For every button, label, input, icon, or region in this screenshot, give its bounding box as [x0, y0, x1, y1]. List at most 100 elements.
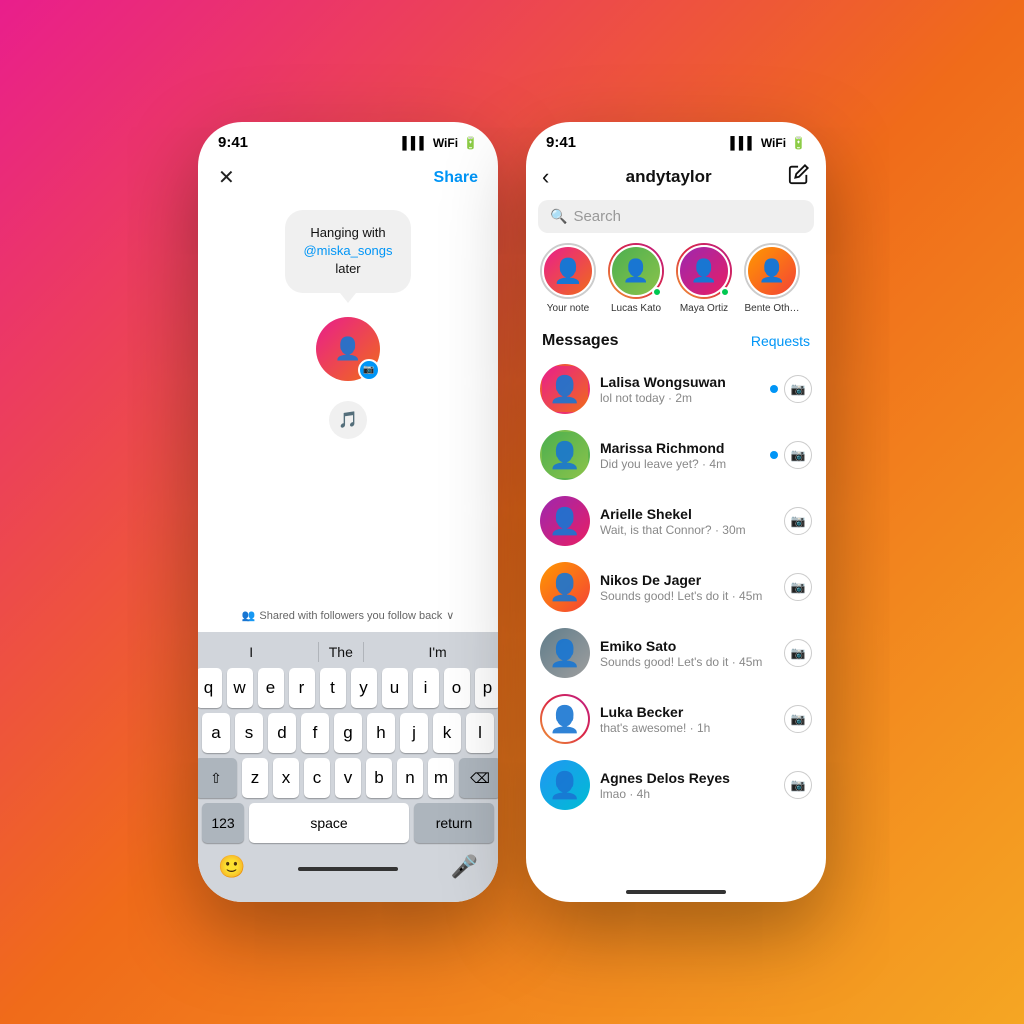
story-maya-ortiz[interactable]: 👤 Is this thing on? Maya Ortiz	[674, 243, 734, 314]
key-a[interactable]: a	[202, 713, 230, 753]
camera-icon-0[interactable]: 📷	[784, 375, 812, 403]
key-o[interactable]: o	[444, 668, 470, 708]
msg-actions-5: 📷	[784, 705, 812, 733]
camera-icon-6[interactable]: 📷	[784, 771, 812, 799]
key-y[interactable]: y	[351, 668, 377, 708]
key-l[interactable]: l	[466, 713, 494, 753]
unread-dot-1	[770, 451, 778, 459]
message-item-0[interactable]: 👤 Lalisa Wongsuwan lol not today · 2m 📷	[526, 356, 826, 422]
key-i[interactable]: i	[413, 668, 439, 708]
key-f[interactable]: f	[301, 713, 329, 753]
requests-button[interactable]: Requests	[751, 333, 810, 349]
msg-name-0: Lalisa Wongsuwan	[600, 374, 760, 390]
emoji-icon[interactable]: 🙂	[218, 854, 245, 880]
msg-name-4: Emiko Sato	[600, 638, 774, 654]
compose-button[interactable]	[788, 163, 810, 190]
key-s[interactable]: s	[235, 713, 263, 753]
msg-avatar-0: 👤	[540, 364, 590, 414]
mic-icon[interactable]: 🎤	[451, 854, 478, 880]
autocomplete-row: I The I'm	[202, 638, 494, 668]
unread-dot-0	[770, 385, 778, 393]
nav-bar-right: ‹ andytaylor	[526, 157, 826, 200]
search-bar[interactable]: 🔍 Search	[538, 200, 814, 233]
msg-name-2: Arielle Shekel	[600, 506, 774, 522]
story-text-before: Hanging with	[310, 225, 385, 240]
camera-badge[interactable]: 📷	[358, 359, 380, 381]
camera-icon-2[interactable]: 📷	[784, 507, 812, 535]
key-r[interactable]: r	[289, 668, 315, 708]
msg-preview-5: that's awesome! · 1h	[600, 721, 774, 735]
msg-preview-4: Sounds good! Let's do it · 45m	[600, 655, 774, 669]
key-u[interactable]: u	[382, 668, 408, 708]
chevron-down-icon: ∨	[446, 609, 454, 622]
msg-actions-3: 📷	[784, 573, 812, 601]
key-b[interactable]: b	[366, 758, 392, 798]
key-z[interactable]: z	[242, 758, 268, 798]
msg-preview-2: Wait, is that Connor? · 30m	[600, 523, 774, 537]
message-item-4[interactable]: 👤 Emiko Sato Sounds good! Let's do it · …	[526, 620, 826, 686]
back-button[interactable]: ‹	[542, 164, 549, 190]
wifi-icon-r: WiFi	[761, 136, 786, 150]
camera-icon-3[interactable]: 📷	[784, 573, 812, 601]
msg-avatar-1: 👤	[540, 430, 590, 480]
camera-icon-4[interactable]: 📷	[784, 639, 812, 667]
key-m[interactable]: m	[428, 758, 454, 798]
msg-name-1: Marissa Richmond	[600, 440, 760, 456]
status-time-left: 9:41	[218, 134, 248, 151]
msg-content-6: Agnes Delos Reyes lmao · 4h	[600, 770, 774, 801]
key-h[interactable]: h	[367, 713, 395, 753]
signal-icon: ▌▌▌	[402, 136, 428, 150]
key-j[interactable]: j	[400, 713, 428, 753]
key-v[interactable]: v	[335, 758, 361, 798]
msg-avatar-3: 👤	[540, 562, 590, 612]
keyboard-row-4: 123 space return	[202, 803, 494, 843]
keyboard: I The I'm q w e r t y u i o p a s d	[198, 632, 498, 902]
story-bubble: Hanging with @miska_songs later	[285, 210, 410, 293]
key-t[interactable]: t	[320, 668, 346, 708]
key-e[interactable]: e	[258, 668, 284, 708]
key-q[interactable]: q	[198, 668, 222, 708]
home-indicator	[298, 867, 398, 871]
story-your-note[interactable]: 👤 Hanging with @mishka_songs later Your …	[538, 243, 598, 314]
shift-key[interactable]: ⇧	[198, 758, 237, 798]
camera-icon-5[interactable]: 📷	[784, 705, 812, 733]
key-g[interactable]: g	[334, 713, 362, 753]
story-bente-oth[interactable]: 👤 🎵 Flowe… Miley Cyr… Bente Oth…	[742, 243, 802, 314]
person-icon: 👤	[334, 336, 361, 362]
key-d[interactable]: d	[268, 713, 296, 753]
msg-content-5: Luka Becker that's awesome! · 1h	[600, 704, 774, 735]
key-c[interactable]: c	[304, 758, 330, 798]
camera-icon-1[interactable]: 📷	[784, 441, 812, 469]
msg-actions-0: 📷	[770, 375, 812, 403]
key-w[interactable]: w	[227, 668, 253, 708]
key-n[interactable]: n	[397, 758, 423, 798]
keyboard-row-3: ⇧ z x c v b n m ⌫	[202, 758, 494, 798]
close-button[interactable]: ✕	[218, 165, 235, 190]
autocomplete-1[interactable]: I	[239, 642, 263, 662]
message-item-3[interactable]: 👤 Nikos De Jager Sounds good! Let's do i…	[526, 554, 826, 620]
chevron-left-icon: ‹	[542, 164, 549, 190]
message-item-2[interactable]: 👤 Arielle Shekel Wait, is that Connor? ·…	[526, 488, 826, 554]
space-key[interactable]: space	[249, 803, 409, 843]
key-k[interactable]: k	[433, 713, 461, 753]
autocomplete-3[interactable]: I'm	[418, 642, 456, 662]
autocomplete-2[interactable]: The	[318, 642, 364, 662]
msg-name-6: Agnes Delos Reyes	[600, 770, 774, 786]
online-dot-lucas	[652, 287, 662, 297]
story-text-after: later	[335, 261, 360, 276]
message-item-5[interactable]: 👤 Luka Becker that's awesome! · 1h 📷	[526, 686, 826, 752]
return-key[interactable]: return	[414, 803, 494, 843]
message-item-1[interactable]: 👤 Marissa Richmond Did you leave yet? · …	[526, 422, 826, 488]
top-bar-left: ✕ Share	[198, 157, 498, 200]
story-lucas-kato[interactable]: 👤 Who is going to be in SF this weekend?…	[606, 243, 666, 314]
msg-name-3: Nikos De Jager	[600, 572, 774, 588]
msg-actions-4: 📷	[784, 639, 812, 667]
key-p[interactable]: p	[475, 668, 499, 708]
backspace-key[interactable]: ⌫	[459, 758, 498, 798]
numbers-key[interactable]: 123	[202, 803, 244, 843]
status-bar-left: 9:41 ▌▌▌ WiFi 🔋	[198, 122, 498, 157]
message-item-6[interactable]: 👤 Agnes Delos Reyes lmao · 4h 📷	[526, 752, 826, 818]
share-button[interactable]: Share	[434, 169, 478, 187]
key-x[interactable]: x	[273, 758, 299, 798]
your-note-avatar: 👤 Hanging with @mishka_songs later	[540, 243, 596, 299]
